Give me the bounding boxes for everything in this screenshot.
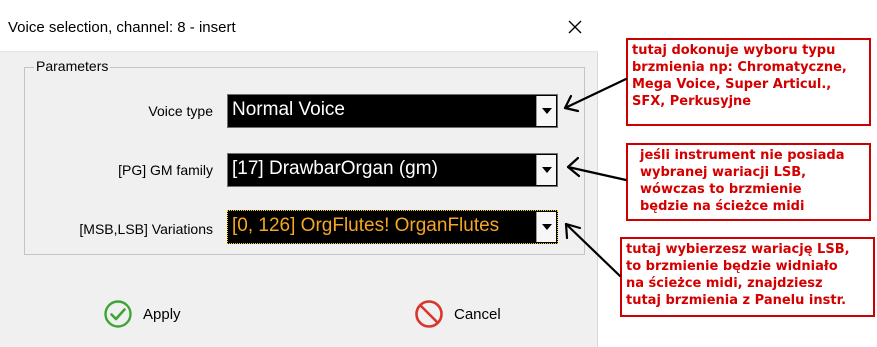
arrow-line bbox=[564, 222, 622, 278]
arrow-head bbox=[566, 156, 581, 178]
arrow-line bbox=[563, 77, 628, 110]
annotation-arrows bbox=[563, 77, 628, 278]
